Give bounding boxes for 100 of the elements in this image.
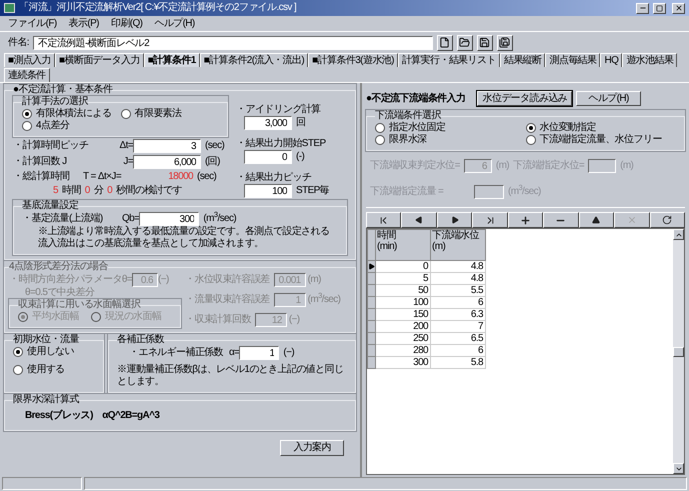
field-label: ・エネルギー補正係数 — [129, 347, 224, 359]
radio-label: 使用しない — [27, 346, 74, 358]
scroll-up-button[interactable] — [673, 229, 684, 240]
tab[interactable]: ■横断面データ入力 — [55, 53, 144, 67]
hint-text: θ=0.5で中央差分 — [24, 287, 96, 299]
symbol-label: α= — [229, 347, 240, 359]
table-cell: 150 — [376, 308, 430, 320]
navigator-button[interactable] — [472, 212, 508, 228]
guide-button[interactable]: 入力案内 — [280, 440, 344, 456]
unit-label: 時間 — [62, 185, 81, 197]
radio-button[interactable] — [526, 123, 536, 133]
row-indicator[interactable] — [368, 260, 376, 272]
tab[interactable]: HQ — [600, 53, 622, 67]
navigator-button[interactable] — [650, 212, 685, 228]
load-button[interactable]: 水位データ読み込み — [477, 91, 572, 106]
duration-value: 0 — [107, 185, 112, 197]
save-button[interactable] — [476, 34, 493, 50]
symbol-label: θ= — [122, 274, 132, 286]
app-icon — [4, 3, 15, 13]
tab[interactable]: 遊水池結果 — [622, 53, 678, 67]
menu-item[interactable]: 印刷(Q) — [110, 18, 142, 30]
symbol-label: Δt= — [118, 140, 133, 152]
close-button[interactable] — [672, 2, 685, 14]
current-row-icon — [368, 263, 375, 270]
input-field[interactable]: 0 — [244, 150, 292, 164]
window-title: 「河流」河川不定流解析Ver2[ C:¥不定流計算例その2ファイル.csv ] — [19, 2, 298, 14]
table-cell: 4.8 — [430, 272, 486, 284]
field-label: ・基定流量(上流端) — [22, 213, 104, 225]
minimize-button[interactable] — [636, 2, 649, 14]
unit-label: (-) — [296, 151, 304, 163]
input-field[interactable]: 不定流例題-横断面レベル2 — [32, 36, 433, 50]
radio-button[interactable] — [375, 135, 385, 145]
tab[interactable]: ■計算条件2(流入・流出) — [200, 53, 308, 67]
unit-label: 回 — [296, 117, 306, 129]
field-label: 下流端収束判定水位= — [370, 160, 460, 172]
input-field[interactable]: 3 — [133, 139, 201, 153]
table-cell: 7 — [430, 320, 486, 332]
field-label: 下流端指定流量 = — [370, 186, 444, 198]
tab[interactable]: ■測点入力 — [4, 53, 56, 67]
unit-label: (m) — [308, 274, 321, 286]
close-icon — [674, 4, 682, 12]
field-label: ・結果出力ピッチ — [236, 172, 312, 184]
scroll-thumb[interactable] — [673, 346, 684, 356]
new-file-button[interactable] — [436, 34, 453, 50]
menu-item[interactable]: 表示(P) — [68, 18, 99, 30]
field-label: ・計算時間ピッチ — [13, 140, 90, 152]
radio-button[interactable] — [375, 123, 385, 133]
table-cell: 6.5 — [430, 332, 486, 344]
navigator-button[interactable] — [543, 212, 579, 228]
help-button[interactable]: ヘルプ(H) — [576, 91, 642, 106]
scroll-bar[interactable] — [673, 229, 684, 474]
column-header: 下流端水位 (m) — [430, 230, 486, 260]
tab[interactable]: 結果縦断 — [500, 53, 546, 67]
navigator-button[interactable] — [436, 212, 472, 228]
open-folder-button[interactable] — [456, 34, 473, 50]
tab[interactable]: ■計算条件1 — [144, 53, 200, 67]
group-title: 基底流量設定 — [22, 200, 78, 212]
save-as-button[interactable] — [496, 34, 513, 50]
table-cell: 5 — [376, 272, 430, 284]
radio-label: 現況の水面幅 — [105, 311, 162, 323]
input-field[interactable]: 100 — [244, 184, 292, 198]
radio-label: 有限要素法 — [134, 108, 182, 120]
scroll-down-button[interactable] — [673, 463, 684, 474]
table-cell: 6.3 — [430, 308, 486, 320]
file-icon — [439, 37, 450, 48]
field-label: ・時間方向差分パラメータ — [9, 274, 122, 286]
navigator-button[interactable] — [614, 212, 650, 228]
radio-button[interactable] — [22, 121, 32, 131]
tab[interactable]: 連続条件 — [4, 68, 50, 82]
menu-item[interactable]: ヘルプ(H) — [154, 18, 195, 30]
symbol-label: J= — [122, 156, 133, 168]
maximize-button[interactable] — [653, 2, 666, 14]
radio-button[interactable] — [13, 365, 23, 375]
tab[interactable]: ■計算条件3(遊水池) — [308, 53, 398, 67]
radio-label: 下流端指定流量、水位フリー — [540, 134, 662, 146]
radio-label: 水位変動指定 — [540, 122, 596, 134]
menu-item[interactable]: ファイル(F) — [8, 18, 57, 30]
radio-button[interactable] — [120, 109, 130, 119]
navigator-button[interactable] — [508, 212, 544, 228]
field-label: ・水位収束許容誤差 — [185, 274, 270, 286]
group-title: ●不定流計算・基本条件 — [13, 84, 112, 96]
subject-label: 件名: — [8, 36, 29, 48]
unit-label: 秒間の検討です — [116, 185, 182, 197]
table-cell: 6 — [430, 344, 486, 356]
navigator-button[interactable] — [578, 212, 614, 228]
tab[interactable]: 測点毎結果 — [545, 53, 600, 67]
input-field[interactable]: 3,000 — [244, 116, 292, 130]
radio-button[interactable] — [526, 135, 536, 145]
radio-button[interactable] — [22, 109, 32, 119]
input-field[interactable]: 300 — [139, 212, 200, 226]
navigator-button[interactable] — [401, 212, 437, 228]
section-title: ●不定流下流端条件入力 — [366, 92, 466, 104]
maximize-icon — [656, 4, 663, 12]
radio-button[interactable] — [13, 347, 23, 357]
tab[interactable]: 計算実行・結果リスト — [398, 53, 500, 67]
radio-label: 4点差分 — [36, 120, 70, 132]
input-field[interactable]: 6,000 — [133, 155, 201, 169]
symbol-label: Qb= — [122, 213, 140, 225]
navigator-button[interactable] — [366, 212, 402, 228]
input-field[interactable]: 1 — [239, 346, 280, 360]
